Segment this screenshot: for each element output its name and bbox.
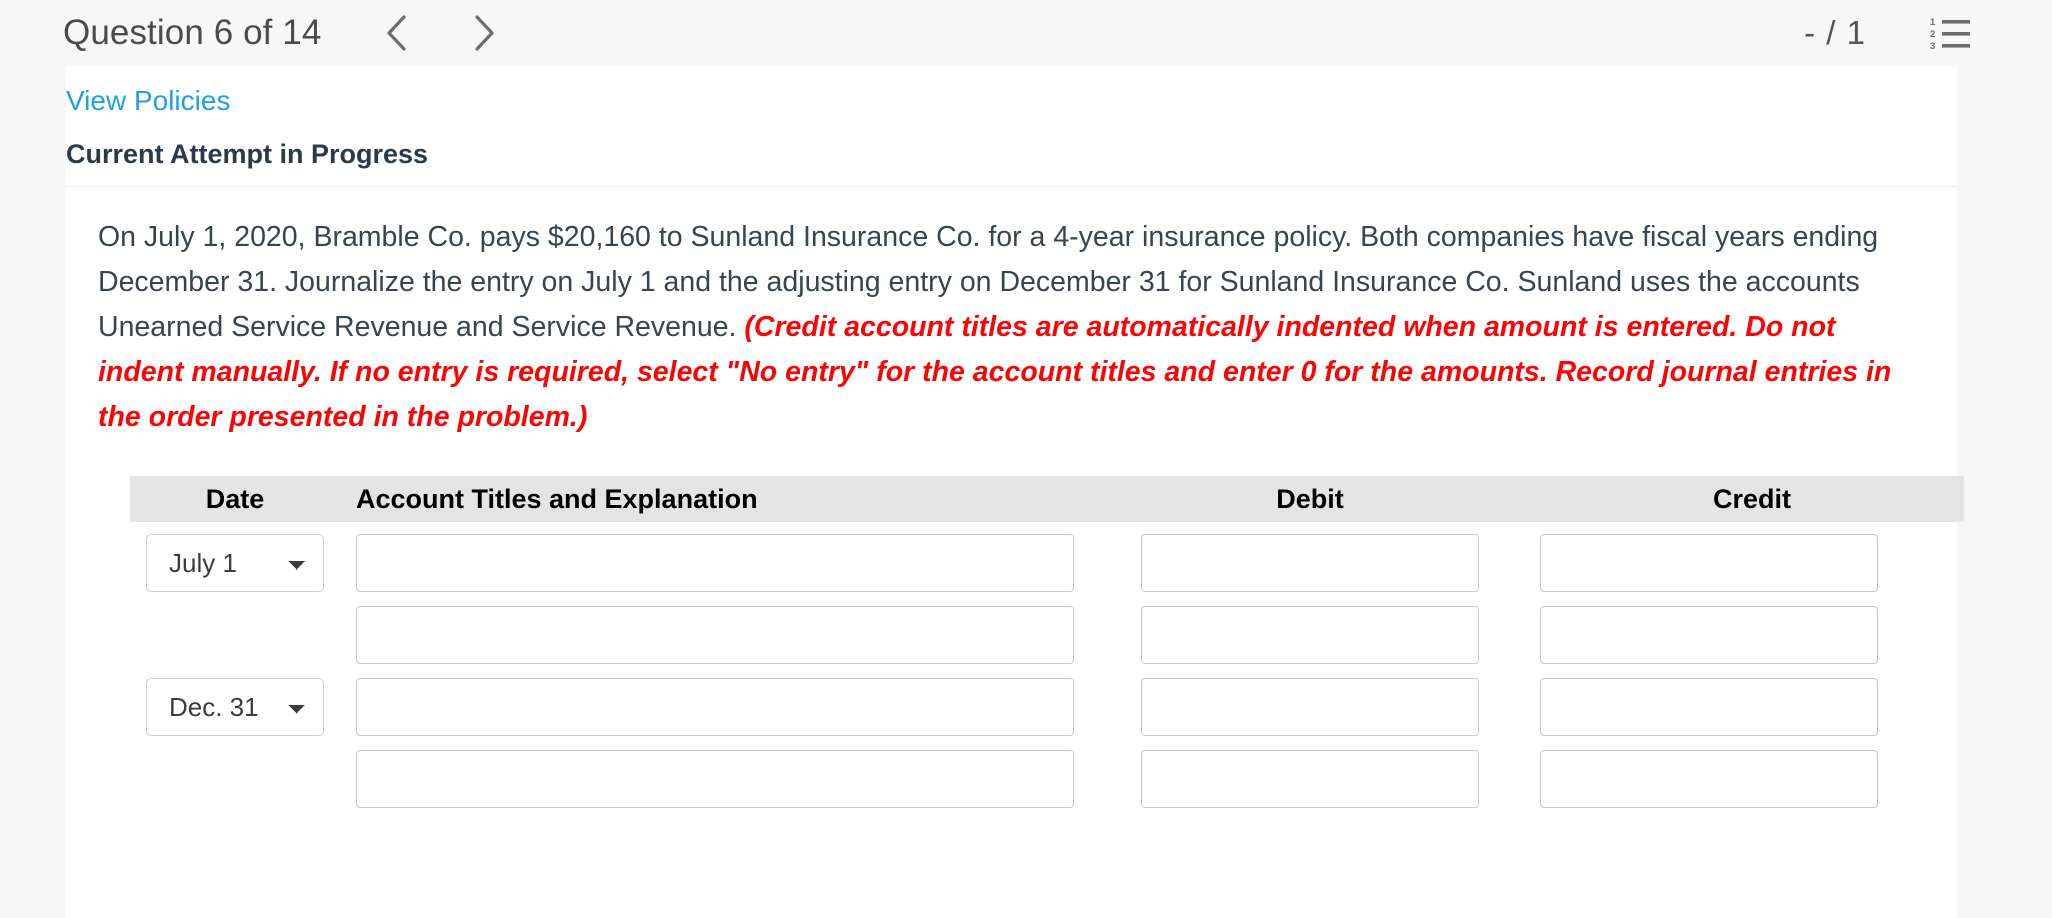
question-navigation: [373, 10, 507, 56]
top-bar-right-group: - / 1 1 2 3: [1804, 14, 1972, 52]
journal-row: [130, 748, 1964, 810]
account-input-row-1[interactable]: [356, 534, 1074, 592]
numbered-list-icon[interactable]: 1 2 3: [1930, 16, 1972, 50]
journal-cell-date: July 1Dec. 31: [130, 678, 340, 736]
date-select-row-3[interactable]: July 1Dec. 31: [146, 678, 324, 736]
journal-cell-credit: [1540, 678, 1964, 736]
account-input-row-4[interactable]: [356, 750, 1074, 808]
question-text: On July 1, 2020, Bramble Co. pays $20,16…: [98, 215, 1925, 440]
score-display: - / 1: [1804, 14, 1866, 51]
card-header: View Policies Current Attempt in Progres…: [66, 66, 1957, 187]
journal-cell-credit: [1540, 606, 1964, 664]
question-counter: Question 6 of 14: [63, 13, 322, 52]
journal-entry-table: Date Account Titles and Explanation Debi…: [130, 476, 1964, 810]
column-header-account: Account Titles and Explanation: [356, 483, 758, 514]
question-body: On July 1, 2020, Bramble Co. pays $20,16…: [66, 187, 1964, 810]
journal-cell-credit: [1540, 750, 1964, 808]
journal-cell-credit: [1540, 534, 1964, 592]
chevron-right-icon[interactable]: [461, 10, 507, 56]
debit-input-row-4[interactable]: [1141, 750, 1479, 808]
journal-header-row: Date Account Titles and Explanation Debi…: [130, 476, 1964, 522]
journal-cell-date: July 1Dec. 31: [130, 534, 340, 592]
svg-text:1: 1: [1930, 17, 1936, 28]
journal-row: July 1Dec. 31: [130, 532, 1964, 594]
credit-input-row-1[interactable]: [1540, 534, 1878, 592]
debit-input-row-1[interactable]: [1141, 534, 1479, 592]
journal-cell-account: [340, 606, 1080, 664]
attempt-status-label: Current Attempt in Progress: [66, 139, 429, 169]
column-header-debit: Debit: [1276, 483, 1344, 514]
debit-input-row-3[interactable]: [1141, 678, 1479, 736]
journal-cell-account: [340, 750, 1080, 808]
journal-row: [130, 604, 1964, 666]
journal-cell-debit: [1080, 534, 1540, 592]
journal-cell-account: [340, 678, 1080, 736]
account-input-row-2[interactable]: [356, 606, 1074, 664]
credit-input-row-2[interactable]: [1540, 606, 1878, 664]
view-policies-link[interactable]: View Policies: [66, 84, 230, 118]
journal-cell-debit: [1080, 750, 1540, 808]
journal-cell-debit: [1080, 606, 1540, 664]
question-top-bar: Question 6 of 14 - / 1 1 2 3: [0, 0, 2052, 66]
chevron-left-icon[interactable]: [373, 10, 419, 56]
svg-text:3: 3: [1930, 41, 1935, 50]
column-header-date: Date: [205, 483, 265, 514]
debit-input-row-2[interactable]: [1141, 606, 1479, 664]
column-header-credit: Credit: [1712, 483, 1791, 514]
journal-cell-account: [340, 534, 1080, 592]
date-select-row-1[interactable]: July 1Dec. 31: [146, 534, 324, 592]
credit-input-row-4[interactable]: [1540, 750, 1878, 808]
journal-row: July 1Dec. 31: [130, 676, 1964, 738]
account-input-row-3[interactable]: [356, 678, 1074, 736]
journal-cell-debit: [1080, 678, 1540, 736]
svg-text:2: 2: [1930, 29, 1935, 40]
credit-input-row-3[interactable]: [1540, 678, 1878, 736]
question-card: View Policies Current Attempt in Progres…: [66, 66, 1964, 918]
